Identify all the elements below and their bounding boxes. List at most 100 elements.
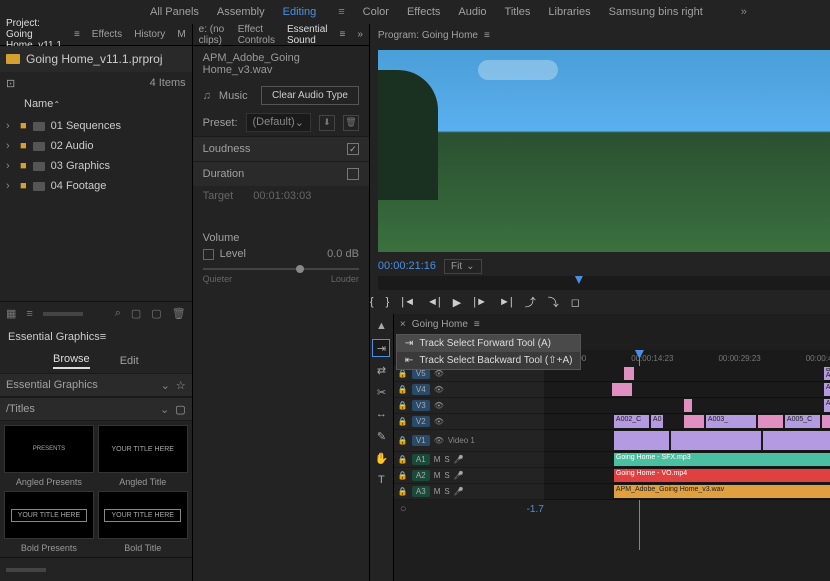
ws-custom[interactable]: Samsung bins right xyxy=(609,6,703,18)
ws-all-panels[interactable]: All Panels xyxy=(150,6,199,18)
eye-icon[interactable]: 👁 xyxy=(434,369,444,378)
program-timecode[interactable]: 00:00:21:16 xyxy=(378,260,436,272)
eye-icon[interactable]: 👁 xyxy=(434,436,444,445)
lock-icon[interactable]: 🔒 xyxy=(398,385,408,394)
track-select-tool-icon[interactable]: ⇥ xyxy=(373,340,389,356)
volume-slider[interactable] xyxy=(203,268,359,270)
mark-out-icon[interactable]: } xyxy=(386,296,390,308)
hamburger-icon[interactable]: ≡ xyxy=(484,30,490,41)
bin-item[interactable]: ›■03 Graphics xyxy=(0,156,192,176)
zoom-slider[interactable] xyxy=(43,312,83,316)
hamburger-icon[interactable]: ≡ xyxy=(338,6,344,18)
bin-item[interactable]: ›■01 Sequences xyxy=(0,116,192,136)
solo-icon[interactable]: S xyxy=(444,487,449,496)
clear-audio-type-button[interactable]: Clear Audio Type xyxy=(261,86,359,105)
track-badge[interactable]: V3 xyxy=(412,400,430,411)
solo-icon[interactable]: S xyxy=(444,455,449,464)
lock-icon[interactable]: 🔒 xyxy=(398,487,408,496)
new-bin-icon[interactable]: ▢ xyxy=(131,307,141,320)
extract-icon[interactable]: ⤵ xyxy=(548,294,559,310)
solo-icon[interactable]: S xyxy=(444,471,449,480)
new-item-icon[interactable]: ▢ xyxy=(151,307,161,320)
zoom-select[interactable]: Fit⌄ xyxy=(444,259,482,274)
tab-edit[interactable]: Edit xyxy=(120,355,139,367)
lock-icon[interactable]: 🔒 xyxy=(398,401,408,410)
ws-libraries[interactable]: Libraries xyxy=(548,6,590,18)
mic-icon[interactable]: 🎤 xyxy=(454,455,464,464)
ws-assembly[interactable]: Assembly xyxy=(217,6,265,18)
template-card[interactable]: YOUR TITLE HEREBold Presents xyxy=(4,491,94,553)
eye-icon[interactable]: 👁 xyxy=(434,417,444,426)
track-badge[interactable]: A1 xyxy=(412,454,430,465)
lock-icon[interactable]: 🔒 xyxy=(398,417,408,426)
type-tool-icon[interactable]: T xyxy=(373,472,389,488)
track-select-forward-item[interactable]: ⇥Track Select Forward Tool (A) xyxy=(397,335,581,352)
hamburger-icon[interactable]: ≡ xyxy=(100,331,106,343)
list-view-icon[interactable]: ▦ xyxy=(6,307,16,320)
mic-icon[interactable]: 🎤 xyxy=(454,471,464,480)
step-fwd-icon[interactable]: |► xyxy=(473,296,487,308)
snap-icon[interactable]: ○ xyxy=(400,503,407,515)
mute-icon[interactable]: M xyxy=(434,487,441,496)
pen-tool-icon[interactable]: ✎ xyxy=(373,428,389,444)
duration-checkbox[interactable] xyxy=(347,168,359,180)
icon-view-icon[interactable]: ≡ xyxy=(26,308,32,320)
bin-item[interactable]: ›■02 Audio xyxy=(0,136,192,156)
play-icon[interactable]: ▶ xyxy=(453,296,461,309)
ws-editing[interactable]: Editing xyxy=(283,6,317,18)
save-preset-icon[interactable]: ⬇ xyxy=(319,115,335,131)
tab-effects[interactable]: Effects xyxy=(92,29,122,40)
track-badge[interactable]: A2 xyxy=(412,470,430,481)
trash-icon[interactable]: 🗑 xyxy=(172,307,186,320)
ws-audio[interactable]: Audio xyxy=(458,6,486,18)
name-column-header[interactable]: Name ⌃ xyxy=(0,94,192,114)
razor-tool-icon[interactable]: ✂ xyxy=(373,384,389,400)
preset-select[interactable]: (Default)⌄ xyxy=(246,113,311,132)
track-badge[interactable]: V4 xyxy=(412,384,430,395)
lock-icon[interactable]: 🔒 xyxy=(398,471,408,480)
lift-icon[interactable]: ⤴ xyxy=(525,294,536,310)
template-card[interactable]: YOUR TITLE HEREBold Title xyxy=(98,491,188,553)
track-badge[interactable]: A3 xyxy=(412,486,430,497)
eye-icon[interactable]: 👁 xyxy=(434,385,444,394)
close-icon[interactable]: × xyxy=(400,319,406,330)
slip-tool-icon[interactable]: ↔ xyxy=(373,406,389,422)
program-ruler[interactable] xyxy=(378,276,830,290)
overflow-icon[interactable]: » xyxy=(741,6,747,18)
loudness-checkbox[interactable] xyxy=(347,143,359,155)
ws-color[interactable]: Color xyxy=(363,6,389,18)
ws-effects[interactable]: Effects xyxy=(407,6,440,18)
template-card[interactable]: PRESENTSAngled Presents xyxy=(4,425,94,487)
go-to-in-icon[interactable]: |◄ xyxy=(401,296,415,308)
mute-icon[interactable]: M xyxy=(434,455,441,464)
loudness-section[interactable]: Loudness xyxy=(193,137,369,161)
mute-icon[interactable]: M xyxy=(434,471,441,480)
delete-preset-icon[interactable]: 🗑 xyxy=(343,115,359,131)
eg-library-select[interactable]: Essential Graphics⌄☆ xyxy=(0,374,192,396)
selection-tool-icon[interactable]: ▲ xyxy=(373,318,389,334)
track-select-backward-item[interactable]: ⇤Track Select Backward Tool (⇧+A) xyxy=(397,352,581,369)
tab-history[interactable]: History xyxy=(134,29,165,40)
eye-icon[interactable]: 👁 xyxy=(434,401,444,410)
tab-essential-sound[interactable]: Essential Sound xyxy=(287,24,328,46)
hand-tool-icon[interactable]: ✋ xyxy=(373,450,389,466)
hamburger-icon[interactable]: ≡ xyxy=(474,319,480,330)
program-monitor[interactable] xyxy=(378,50,830,252)
step-back-icon[interactable]: ◄| xyxy=(427,296,441,308)
template-card[interactable]: YOUR TITLE HEREAngled Title xyxy=(98,425,188,487)
folder-icon[interactable]: ▢ xyxy=(175,403,185,416)
duration-section[interactable]: Duration xyxy=(193,162,369,186)
thumb-slider[interactable] xyxy=(6,568,46,572)
ws-titles[interactable]: Titles xyxy=(505,6,531,18)
mark-in-icon[interactable]: { xyxy=(370,296,374,308)
mic-icon[interactable]: 🎤 xyxy=(454,487,464,496)
track-badge[interactable]: V2 xyxy=(412,416,430,427)
lock-icon[interactable]: 🔒 xyxy=(398,436,408,445)
overflow-icon[interactable]: » xyxy=(357,29,363,40)
ripple-edit-tool-icon[interactable]: ⇄ xyxy=(373,362,389,378)
export-frame-icon[interactable]: ◻ xyxy=(571,296,580,309)
playhead-icon[interactable] xyxy=(575,276,583,284)
hamburger-icon[interactable]: ≡ xyxy=(74,29,80,40)
level-checkbox[interactable] xyxy=(203,249,214,260)
search-icon[interactable]: ⊡ xyxy=(6,77,15,90)
